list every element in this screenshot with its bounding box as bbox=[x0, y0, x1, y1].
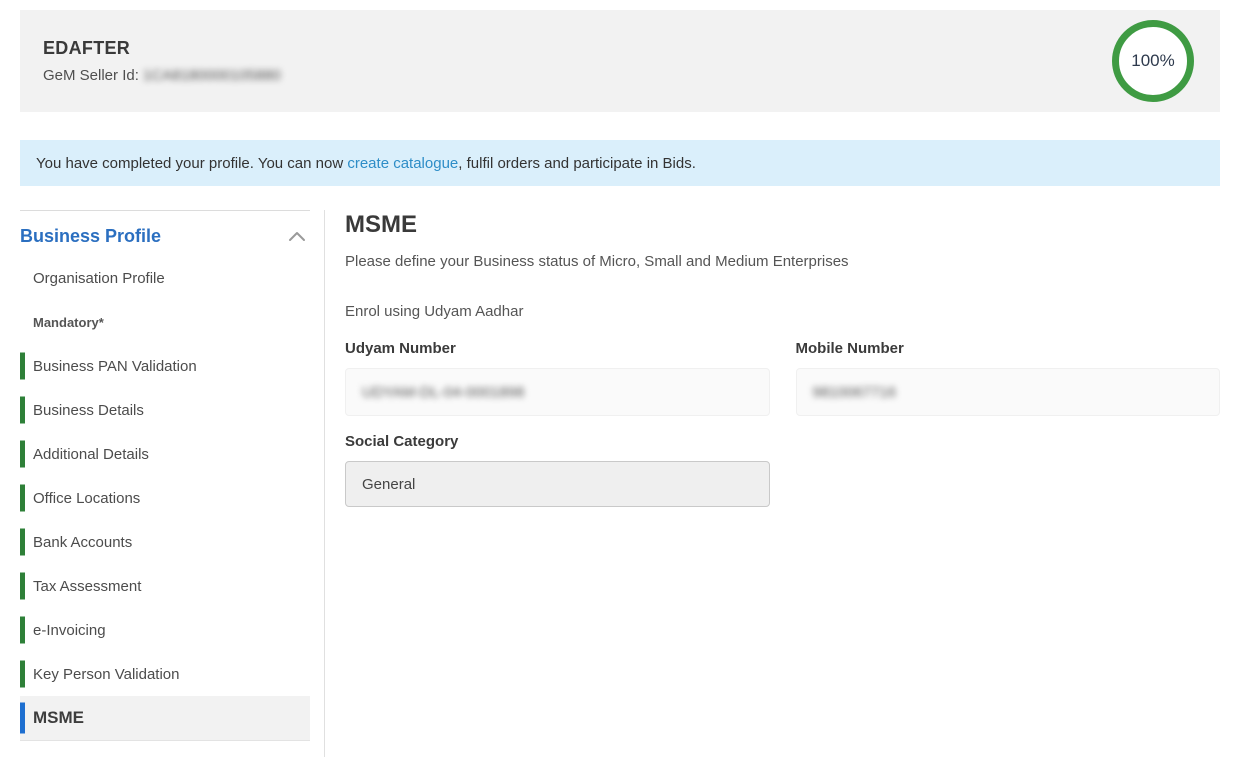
chevron-up-icon[interactable] bbox=[286, 229, 308, 244]
page: EDAFTER GeM Seller Id: 1CA8180000105880 … bbox=[20, 10, 1220, 757]
form-empty-cell bbox=[796, 433, 1221, 507]
main-content: MSME Please define your Business status … bbox=[345, 210, 1220, 757]
udyam-number-value-redacted: UDYAM-DL-04-0001898 bbox=[362, 384, 524, 401]
social-category-field-group: Social Category General bbox=[345, 433, 770, 507]
msme-form: Udyam Number UDYAM-DL-04-0001898 Mobile … bbox=[345, 340, 1220, 507]
banner-text-before: You have completed your profile. You can… bbox=[36, 155, 347, 172]
status-bar-completed bbox=[20, 617, 25, 644]
profile-completion-value: 100% bbox=[1131, 51, 1174, 71]
seller-id-row: GeM Seller Id: 1CA8180000105880 bbox=[43, 67, 281, 84]
mobile-number-value-redacted: 9810067716 bbox=[813, 384, 896, 401]
sidebar-item-label: Key Person Validation bbox=[33, 666, 179, 683]
sidebar-section-title: Business Profile bbox=[20, 226, 161, 247]
banner-text-after: , fulfil orders and participate in Bids. bbox=[458, 155, 696, 172]
sidebar: Business Profile Organisation Profile Ma… bbox=[20, 210, 325, 757]
sidebar-item-label: Organisation Profile bbox=[33, 270, 165, 287]
sidebar-item-label: Additional Details bbox=[33, 446, 149, 463]
sidebar-item-label: Business PAN Validation bbox=[33, 358, 197, 375]
profile-complete-banner: You have completed your profile. You can… bbox=[20, 140, 1220, 186]
sidebar-inner: Business Profile Organisation Profile Ma… bbox=[20, 210, 310, 741]
mobile-number-input[interactable]: 9810067716 bbox=[796, 368, 1221, 416]
create-catalogue-link[interactable]: create catalogue bbox=[347, 155, 458, 172]
sidebar-item-label: Office Locations bbox=[33, 490, 140, 507]
company-name: EDAFTER bbox=[43, 38, 281, 59]
status-bar-completed bbox=[20, 441, 25, 468]
sidebar-item-business-details[interactable]: Business Details bbox=[20, 388, 310, 432]
udyam-number-label: Udyam Number bbox=[345, 340, 770, 357]
sidebar-section-business-profile[interactable]: Business Profile bbox=[20, 210, 310, 256]
status-bar-active bbox=[20, 703, 25, 734]
social-category-input[interactable]: General bbox=[345, 461, 770, 507]
sidebar-subheading-mandatory: Mandatory* bbox=[20, 300, 310, 344]
sidebar-item-label: Bank Accounts bbox=[33, 534, 132, 551]
content-layout: Business Profile Organisation Profile Ma… bbox=[20, 210, 1220, 757]
profile-header: EDAFTER GeM Seller Id: 1CA8180000105880 … bbox=[20, 10, 1220, 112]
mobile-number-label: Mobile Number bbox=[796, 340, 1221, 357]
status-bar-completed bbox=[20, 573, 25, 600]
mobile-number-field-group: Mobile Number 9810067716 bbox=[796, 340, 1221, 416]
social-category-label: Social Category bbox=[345, 433, 770, 450]
sidebar-nav-list: Organisation Profile Mandatory* Business… bbox=[20, 256, 310, 741]
sidebar-item-label: Business Details bbox=[33, 402, 144, 419]
sidebar-item-label: Mandatory* bbox=[33, 315, 104, 330]
page-subtitle: Please define your Business status of Mi… bbox=[345, 253, 1220, 270]
sidebar-item-organisation-profile[interactable]: Organisation Profile bbox=[20, 256, 310, 300]
status-bar-completed bbox=[20, 661, 25, 688]
status-bar bbox=[20, 309, 25, 336]
status-bar-completed bbox=[20, 397, 25, 424]
udyam-number-field-group: Udyam Number UDYAM-DL-04-0001898 bbox=[345, 340, 770, 416]
udyam-number-input[interactable]: UDYAM-DL-04-0001898 bbox=[345, 368, 770, 416]
sidebar-item-business-pan-validation[interactable]: Business PAN Validation bbox=[20, 344, 310, 388]
social-category-value: General bbox=[362, 476, 415, 493]
sidebar-item-tax-assessment[interactable]: Tax Assessment bbox=[20, 564, 310, 608]
profile-completion-ring: 100% bbox=[1112, 20, 1194, 102]
status-bar bbox=[20, 265, 25, 292]
sidebar-item-bank-accounts[interactable]: Bank Accounts bbox=[20, 520, 310, 564]
sidebar-item-e-invoicing[interactable]: e-Invoicing bbox=[20, 608, 310, 652]
seller-id-value-redacted: 1CA8180000105880 bbox=[143, 67, 281, 84]
sidebar-item-label: e-Invoicing bbox=[33, 622, 106, 639]
seller-identity: EDAFTER GeM Seller Id: 1CA8180000105880 bbox=[43, 38, 281, 84]
sidebar-item-office-locations[interactable]: Office Locations bbox=[20, 476, 310, 520]
sidebar-item-key-person-validation[interactable]: Key Person Validation bbox=[20, 652, 310, 696]
page-title: MSME bbox=[345, 211, 1220, 239]
sidebar-item-label: Tax Assessment bbox=[33, 578, 141, 595]
status-bar-completed bbox=[20, 353, 25, 380]
enrol-note: Enrol using Udyam Aadhar bbox=[345, 303, 1220, 320]
status-bar-completed bbox=[20, 529, 25, 556]
sidebar-item-additional-details[interactable]: Additional Details bbox=[20, 432, 310, 476]
sidebar-item-label: MSME bbox=[33, 708, 84, 728]
status-bar-completed bbox=[20, 485, 25, 512]
sidebar-item-msme[interactable]: MSME bbox=[20, 696, 310, 740]
seller-id-label: GeM Seller Id: bbox=[43, 67, 143, 84]
